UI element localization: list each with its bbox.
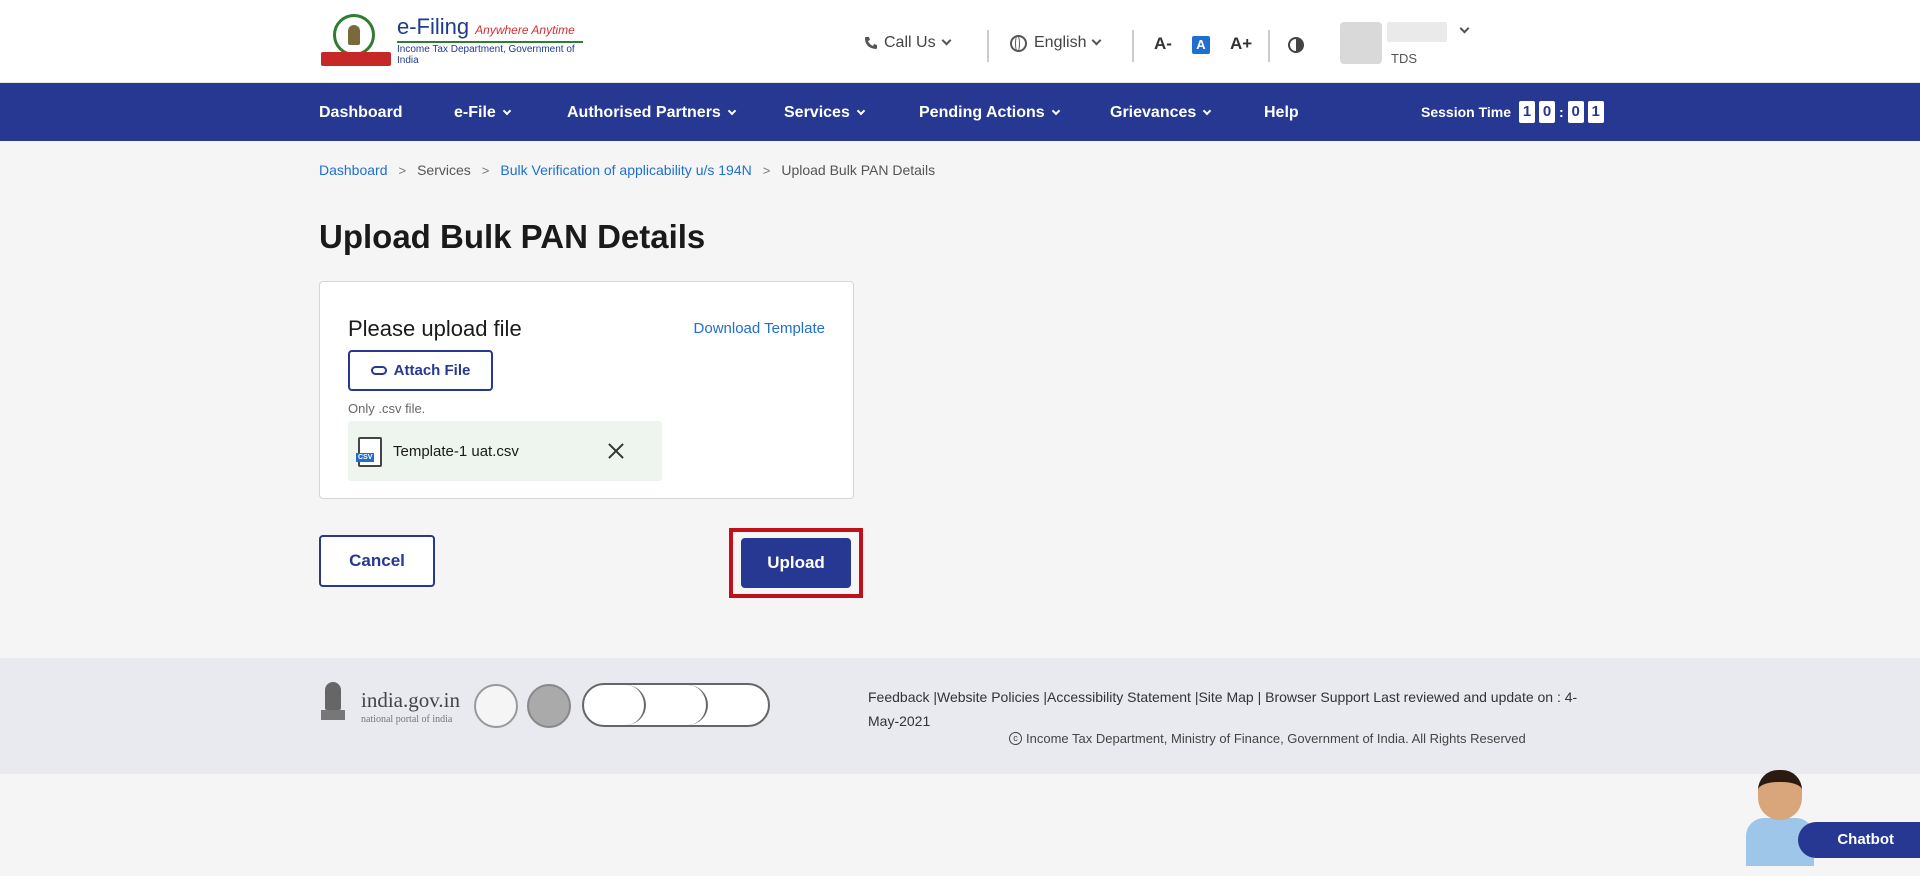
chevron-down-icon bbox=[502, 106, 512, 115]
nav-label: Dashboard bbox=[319, 104, 403, 121]
emblem-icon bbox=[319, 14, 393, 66]
nav-pending-actions[interactable]: Pending Actions bbox=[919, 104, 1060, 122]
nav-label: Services bbox=[784, 104, 850, 121]
nav-grievances[interactable]: Grievances bbox=[1110, 104, 1212, 122]
paperclip-icon bbox=[370, 366, 387, 375]
upload-button-highlight: Upload bbox=[729, 528, 863, 598]
upload-button[interactable]: Upload bbox=[741, 538, 851, 588]
main-nav: Dashboard e-File Authorised Partners Ser… bbox=[0, 83, 1920, 141]
session-digit: 1 bbox=[1519, 101, 1536, 123]
breadcrumb-services: Services bbox=[417, 162, 471, 178]
language-dropdown[interactable]: English bbox=[1010, 34, 1102, 52]
nav-label: Grievances bbox=[1110, 104, 1197, 121]
call-us-label: Call Us bbox=[884, 34, 936, 51]
nav-label: Pending Actions bbox=[919, 104, 1045, 121]
copyright: c Income Tax Department, Ministry of Fin… bbox=[1009, 731, 1526, 746]
session-digit: 0 bbox=[1539, 101, 1556, 123]
phone-icon bbox=[865, 37, 877, 49]
footer-links[interactable]: Feedback |Website Policies |Accessibilit… bbox=[868, 685, 1598, 733]
attach-file-button[interactable]: Attach File bbox=[348, 350, 493, 391]
divider bbox=[1268, 30, 1270, 62]
footer: india.gov.in national portal of india Fe… bbox=[0, 658, 1920, 774]
remove-file-close-icon[interactable] bbox=[606, 441, 626, 461]
font-decrease-button[interactable]: A- bbox=[1154, 34, 1172, 54]
nav-label: Help bbox=[1264, 104, 1299, 121]
nav-label: e-File bbox=[454, 104, 496, 121]
copyright-text: Income Tax Department, Ministry of Finan… bbox=[1026, 731, 1526, 746]
session-label: Session Time bbox=[1421, 104, 1512, 120]
font-normal-button[interactable]: A bbox=[1192, 36, 1210, 54]
attached-file-name: Template-1 uat.csv bbox=[393, 443, 519, 460]
call-us-dropdown[interactable]: Call Us bbox=[864, 34, 952, 52]
contrast-icon[interactable] bbox=[1288, 37, 1304, 53]
download-template-link[interactable]: Download Template bbox=[694, 320, 825, 337]
avatar[interactable] bbox=[1340, 22, 1382, 64]
nav-services[interactable]: Services bbox=[784, 104, 866, 122]
copyright-icon: c bbox=[1009, 732, 1022, 745]
logo-tagline: Anywhere Anytime bbox=[475, 23, 575, 37]
user-role: TDS bbox=[1391, 51, 1417, 66]
file-type-hint: Only .csv file. bbox=[348, 401, 426, 416]
chevron-down-icon bbox=[1203, 106, 1212, 115]
chatbot-label: Chatbot bbox=[1798, 822, 1920, 858]
chevron-down-icon bbox=[1051, 106, 1060, 115]
breadcrumb-separator: > bbox=[481, 162, 490, 178]
cqw-badge-icon bbox=[474, 684, 518, 728]
logo-text: e-Filing Anywhere Anytime Income Tax Dep… bbox=[397, 14, 583, 66]
breadcrumb-separator: > bbox=[398, 162, 407, 178]
top-header: e-Filing Anywhere Anytime Income Tax Dep… bbox=[0, 0, 1920, 83]
user-menu-chevron-icon[interactable] bbox=[1459, 23, 1470, 34]
breadcrumb-current: Upload Bulk PAN Details bbox=[781, 162, 936, 178]
nav-label: Authorised Partners bbox=[567, 104, 721, 121]
iso-certification-badges-icon bbox=[582, 683, 770, 727]
page-title: Upload Bulk PAN Details bbox=[319, 218, 706, 255]
session-colon: : bbox=[1559, 104, 1564, 120]
chatbot-launcher[interactable]: Chatbot bbox=[1738, 770, 1920, 866]
divider bbox=[987, 30, 989, 62]
ashoka-emblem-icon bbox=[318, 682, 348, 728]
attached-file-chip: CSV Template-1 uat.csv bbox=[348, 421, 662, 481]
logo-subtitle: Income Tax Department, Government of Ind… bbox=[397, 41, 583, 66]
nav-efile[interactable]: e-File bbox=[454, 104, 512, 122]
csv-badge: CSV bbox=[356, 453, 375, 462]
india-gov-link[interactable]: india.gov.in bbox=[361, 688, 460, 713]
cancel-button[interactable]: Cancel bbox=[319, 535, 435, 587]
entrust-badge-icon bbox=[527, 684, 571, 728]
csv-file-icon: CSV bbox=[356, 437, 382, 467]
efiling-logo[interactable]: e-Filing Anywhere Anytime Income Tax Dep… bbox=[319, 14, 583, 66]
nav-help[interactable]: Help bbox=[1264, 104, 1299, 122]
breadcrumb: Dashboard > Services > Bulk Verification… bbox=[319, 162, 935, 178]
font-increase-button[interactable]: A+ bbox=[1230, 34, 1252, 54]
nav-authorised-partners[interactable]: Authorised Partners bbox=[567, 104, 737, 122]
language-label: English bbox=[1034, 34, 1087, 51]
breadcrumb-separator: > bbox=[762, 162, 771, 178]
india-gov-subtitle: national portal of india bbox=[361, 714, 453, 725]
chevron-down-icon bbox=[941, 35, 952, 46]
breadcrumb-dashboard[interactable]: Dashboard bbox=[319, 162, 388, 178]
logo-title: e-Filing bbox=[397, 14, 470, 39]
globe-icon bbox=[1010, 34, 1027, 52]
session-digit: 1 bbox=[1587, 101, 1604, 123]
breadcrumb-bulk-verification[interactable]: Bulk Verification of applicability u/s 1… bbox=[500, 162, 751, 178]
nav-dashboard[interactable]: Dashboard bbox=[319, 104, 403, 122]
upload-card: Please upload file Download Template Att… bbox=[319, 281, 854, 499]
session-digit: 0 bbox=[1567, 101, 1584, 123]
attach-file-label: Attach File bbox=[393, 362, 471, 379]
chevron-down-icon bbox=[727, 106, 737, 115]
upload-card-title: Please upload file bbox=[348, 316, 522, 341]
user-name-placeholder bbox=[1387, 22, 1447, 42]
chevron-down-icon bbox=[1092, 35, 1102, 46]
session-timer: Session Time 1 0 : 0 1 bbox=[1421, 101, 1604, 123]
divider bbox=[1132, 30, 1134, 62]
chevron-down-icon bbox=[856, 106, 866, 115]
